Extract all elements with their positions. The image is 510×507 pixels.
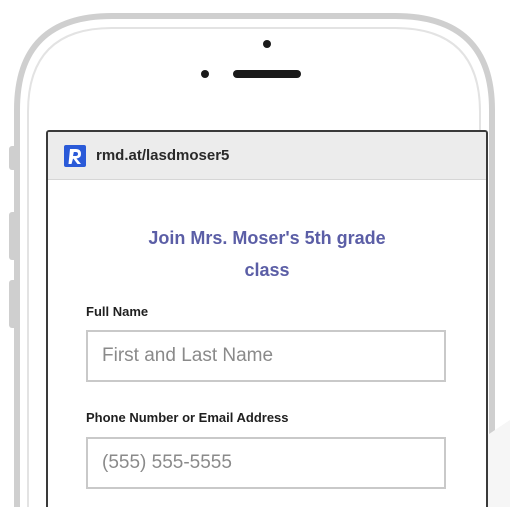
side-button-mute: [9, 146, 17, 170]
page-title: Join Mrs. Moser's 5th grade class: [48, 222, 486, 286]
proximity-sensor-icon: [201, 70, 209, 78]
full-name-label: Full Name: [86, 304, 149, 319]
front-camera-icon: [263, 40, 271, 48]
phone-screen: rmd.at/lasdmoser5 Join Mrs. Moser's 5th …: [46, 130, 488, 507]
contact-label: Phone Number or Email Address: [86, 410, 289, 425]
contact-field[interactable]: [86, 437, 446, 489]
full-name-field[interactable]: [86, 330, 446, 382]
contact-input[interactable]: [88, 439, 444, 487]
side-button-volume-up: [9, 212, 17, 260]
side-button-volume-down: [9, 280, 17, 328]
browser-url-bar[interactable]: rmd.at/lasdmoser5: [48, 132, 486, 180]
remind-logo-icon: [64, 145, 86, 167]
earpiece-speaker-icon: [233, 70, 301, 78]
page-title-line-2: class: [244, 260, 290, 280]
page-title-line-1: Join Mrs. Moser's 5th grade: [148, 228, 386, 248]
url-text: rmd.at/lasdmoser5: [96, 147, 230, 164]
full-name-input[interactable]: [88, 332, 444, 380]
